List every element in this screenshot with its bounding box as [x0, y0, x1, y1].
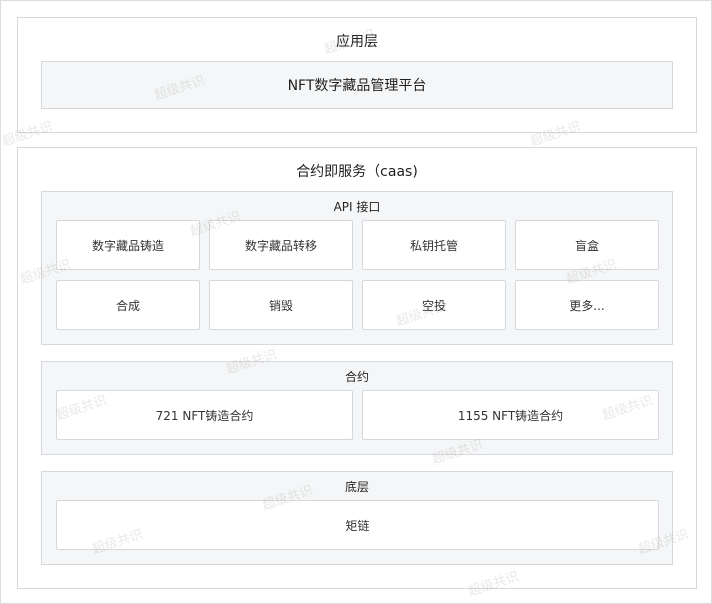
application-layer: 应用层 NFT数字藏品管理平台 — [17, 17, 697, 133]
caas-layer-title: 合约即服务（caas) — [296, 164, 418, 180]
api-box-transfer: 数字藏品转移 — [209, 220, 353, 270]
caas-layer: 合约即服务（caas) API 接口 数字藏品铸造 数字藏品转移 私钥托管 盲盒… — [17, 147, 697, 589]
api-panel: API 接口 数字藏品铸造 数字藏品转移 私钥托管 盲盒 合成 销毁 空投 更多… — [41, 191, 673, 345]
base-panel-title: 底层 — [344, 480, 369, 494]
api-panel-title: API 接口 — [333, 200, 381, 214]
nft-platform-box: NFT数字藏品管理平台 — [41, 61, 673, 109]
contracts-panel-title: 合约 — [344, 370, 369, 384]
api-box-blind-box: 盲盒 — [515, 220, 659, 270]
api-box-airdrop: 空投 — [362, 280, 506, 330]
api-box-mint: 数字藏品铸造 — [56, 220, 200, 270]
contracts-panel: 合约 721 NFT铸造合约 1155 NFT铸造合约 — [41, 361, 673, 455]
api-box-burn: 销毁 — [209, 280, 353, 330]
api-box-key-custody: 私钥托管 — [362, 220, 506, 270]
contract-box-1155: 1155 NFT铸造合约 — [362, 390, 659, 440]
api-box-compose: 合成 — [56, 280, 200, 330]
base-box-chain: 矩链 — [56, 500, 659, 550]
contract-box-721: 721 NFT铸造合约 — [56, 390, 353, 440]
diagram-canvas: 应用层 NFT数字藏品管理平台 合约即服务（caas) API 接口 数字藏品铸… — [0, 0, 712, 604]
api-box-more: 更多... — [515, 280, 659, 330]
application-layer-title: 应用层 — [336, 34, 378, 50]
base-panel: 底层 矩链 — [41, 471, 673, 565]
